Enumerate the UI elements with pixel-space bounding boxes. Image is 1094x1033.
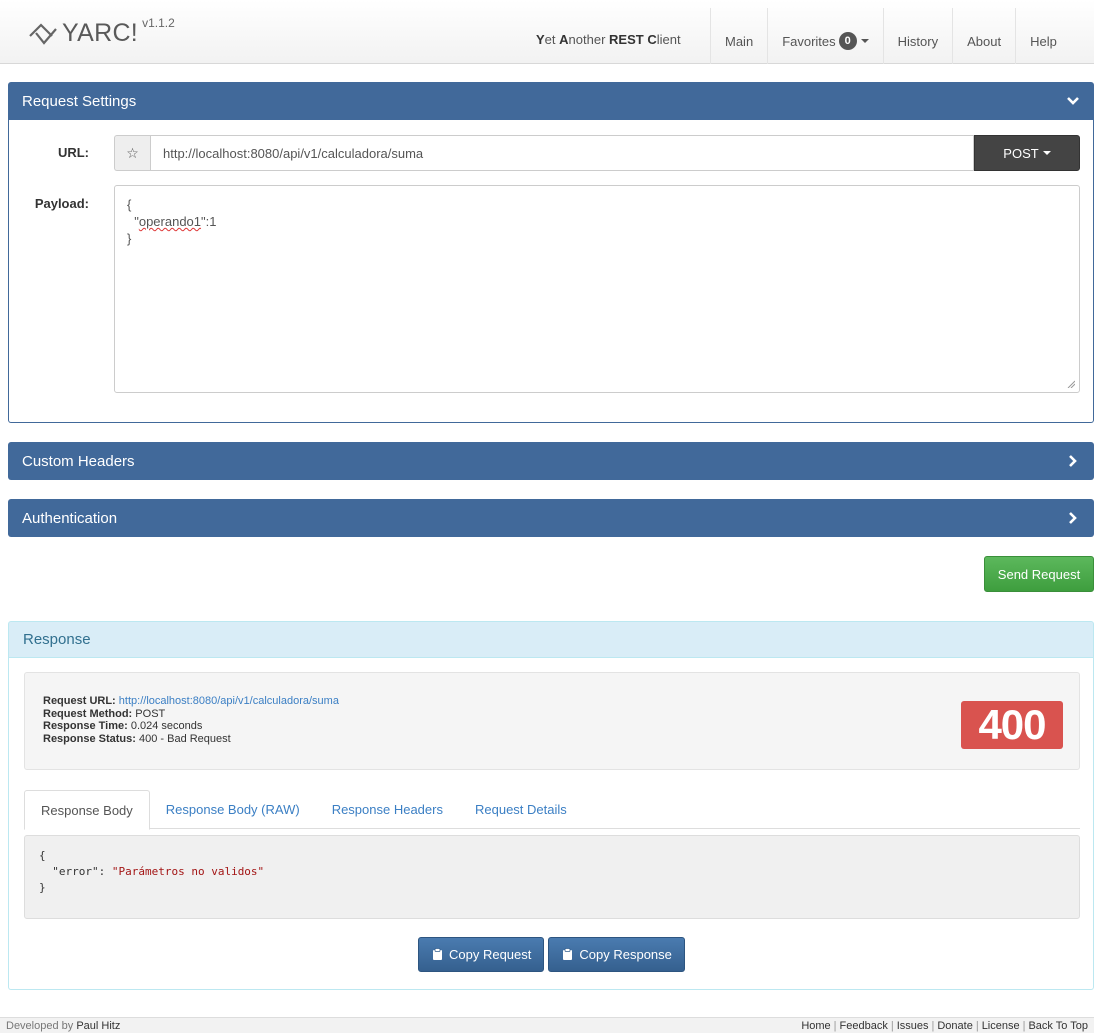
tab-request-details[interactable]: Request Details	[459, 790, 583, 829]
footer-link-home[interactable]: Home	[801, 1020, 830, 1032]
url-group: ☆ POST	[114, 135, 1080, 171]
response-summary: Request URL: http://localhost:8080/api/v…	[24, 672, 1080, 770]
url-label: URL:	[57, 145, 89, 160]
url-input[interactable]	[150, 135, 974, 171]
response-title: Response	[23, 631, 91, 648]
response-time-value: 0.024 seconds	[130, 720, 203, 732]
tagline: Yet Another REST Client	[536, 32, 681, 47]
clipboard-icon	[563, 948, 573, 960]
custom-headers-title: Custom Headers	[22, 452, 135, 470]
copy-request-button[interactable]: Copy Request	[418, 937, 545, 972]
developer-link[interactable]: Paul Hitz	[76, 1020, 120, 1032]
footer-link-back-to-top[interactable]: Back To Top	[1028, 1020, 1088, 1032]
nav-history[interactable]: History	[882, 8, 952, 64]
caret-down-icon	[860, 39, 869, 43]
nav-favorites-label: Favorites	[782, 33, 836, 49]
footer: Developed by Paul Hitz Home | Feedback | Iss…	[0, 1017, 1094, 1033]
clipboard-icon	[433, 948, 442, 960]
payload-textarea[interactable]: { "operando1":1 }	[114, 185, 1080, 393]
response-status-value: 400 - Bad Request	[138, 732, 231, 745]
request-url-link[interactable]: http://localhost:8080/api/v1/calculadora…	[119, 695, 339, 707]
chevron-down-icon	[1067, 97, 1079, 105]
footer-links: Home | Feedback | Issues | Donate | License | Back…	[801, 1019, 1088, 1032]
authentication-header[interactable]: Authentication	[8, 499, 1094, 537]
favorites-count-badge: 0	[838, 32, 857, 50]
request-settings-panel: URL: ☆ POST Payload: { "operando1":1 }	[8, 120, 1094, 423]
request-method-value: POST	[135, 707, 166, 720]
response-panel: Request URL: http://localhost:8080/api/v…	[8, 658, 1094, 990]
brand-name: YARC!	[62, 19, 139, 47]
request-settings-title: Request Settings	[22, 92, 137, 110]
send-request-button[interactable]: Send Request	[984, 556, 1094, 592]
response-tabs: Response Body Response Body (RAW) Respon…	[24, 790, 1080, 830]
nav-favorites[interactable]: Favorites 0	[767, 8, 882, 64]
footer-link-feedback[interactable]: Feedback	[840, 1020, 888, 1032]
caret-down-icon	[1042, 151, 1051, 155]
tab-response-body[interactable]: Response Body	[24, 790, 150, 830]
tab-response-body-raw[interactable]: Response Body (RAW)	[150, 790, 316, 829]
star-favorite-icon[interactable]: ☆	[114, 135, 150, 171]
response-body-code: { "error": "Parámetros no validos" }	[24, 835, 1080, 919]
navbar: YARC! v1.1.2 Yet Another REST Client Mai…	[0, 0, 1094, 64]
copy-response-button[interactable]: Copy Response	[548, 937, 685, 972]
footer-link-donate[interactable]: Donate	[937, 1020, 972, 1032]
resize-grip-icon[interactable]	[1067, 380, 1075, 388]
chevron-right-icon	[1069, 512, 1077, 524]
response-header: Response	[8, 621, 1094, 658]
footer-link-issues[interactable]: Issues	[897, 1020, 929, 1032]
status-code-badge: 400	[961, 701, 1063, 749]
nav-main[interactable]: Main	[710, 8, 767, 64]
method-dropdown[interactable]: POST	[974, 135, 1080, 171]
chevron-right-icon	[1069, 455, 1077, 467]
custom-headers-header[interactable]: Custom Headers	[8, 442, 1094, 480]
method-label: POST	[1003, 145, 1039, 161]
footer-link-license[interactable]: License	[982, 1020, 1020, 1032]
yarc-logo-icon	[29, 23, 57, 45]
authentication-title: Authentication	[22, 509, 118, 527]
brand-version: v1.1.2	[142, 16, 175, 30]
nav-about[interactable]: About	[952, 8, 1015, 64]
request-settings-header[interactable]: Request Settings	[8, 82, 1094, 120]
brand[interactable]: YARC! v1.1.2	[26, 16, 175, 50]
tab-response-headers[interactable]: Response Headers	[316, 790, 459, 829]
payload-label: Payload:	[34, 196, 89, 211]
nav-menu: Main Favorites 0 History About Help	[710, 8, 1071, 64]
nav-help[interactable]: Help	[1015, 8, 1071, 64]
copy-buttons: Copy Request Copy Response	[418, 937, 685, 972]
footer-credit: Developed by Paul Hitz	[6, 1019, 121, 1032]
response-summary-lines: Request URL: http://localhost:8080/api/v…	[43, 695, 339, 745]
